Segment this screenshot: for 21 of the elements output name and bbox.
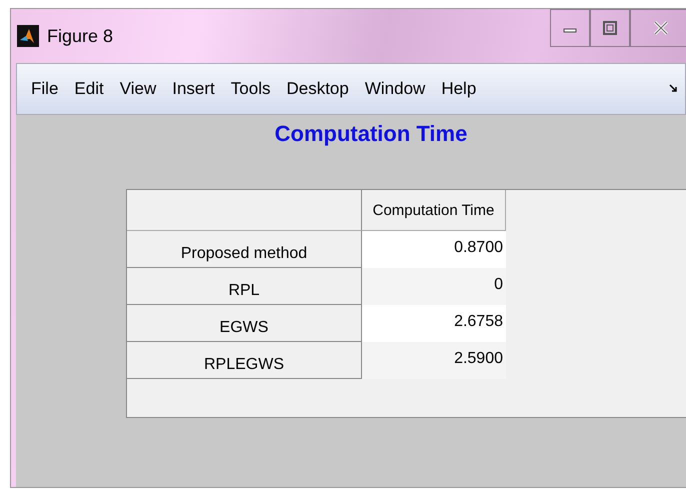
table-cell: 2.5900: [362, 342, 506, 379]
dock-arrow-icon[interactable]: [669, 84, 677, 92]
maximize-icon: [603, 21, 617, 35]
close-button[interactable]: [630, 9, 686, 47]
minimize-button[interactable]: [550, 9, 590, 47]
menu-item[interactable]: Insert: [164, 79, 223, 99]
window-title: Figure 8: [47, 26, 114, 46]
figure-title: Computation Time: [274, 121, 468, 147]
menu-item[interactable]: View: [112, 79, 164, 99]
table-cell: 0.8700: [362, 231, 506, 268]
close-icon: [653, 20, 669, 36]
menu-item[interactable]: Window: [356, 79, 434, 99]
menu-item[interactable]: Desktop: [278, 79, 357, 99]
table-cell: 0: [362, 268, 506, 305]
table-cell: 2.6758: [362, 305, 506, 342]
menu-item[interactable]: Tools: [222, 79, 278, 99]
menu-item[interactable]: Help: [433, 79, 484, 99]
menu-item[interactable]: File: [23, 79, 66, 99]
maximize-button[interactable]: [590, 9, 630, 47]
menu-item[interactable]: Edit: [66, 79, 112, 99]
app-logo-icon: [17, 25, 39, 47]
